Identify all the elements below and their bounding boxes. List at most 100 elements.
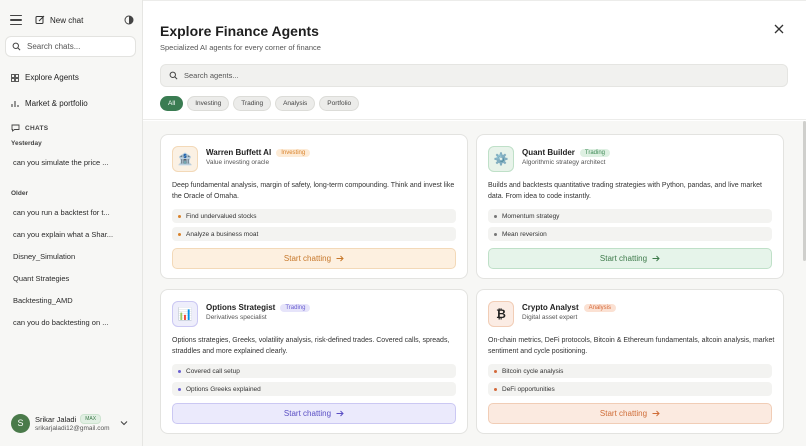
search-icon [12, 42, 21, 51]
chat-list-item[interactable]: Quant Strategies [13, 274, 69, 283]
chat-search-input[interactable]: Search chats... [5, 36, 136, 57]
sidebar: New chat Search chats... Explore Agents … [0, 0, 143, 446]
agent-role: Digital asset expert [522, 314, 578, 321]
chevron-down-icon[interactable] [120, 420, 128, 426]
sidebar-item-market-portfolio[interactable]: Market & portfolio [11, 99, 88, 108]
chat-list-item[interactable]: can you simulate the price ... [13, 158, 108, 167]
avatar: S [11, 413, 30, 433]
agent-role: Derivatives specialist [206, 314, 267, 321]
start-chatting-label: Start chatting [283, 254, 332, 263]
agent-suggestion[interactable]: Mean reversion [488, 227, 772, 241]
bullet-dot [178, 232, 181, 236]
bar-chart-icon [11, 100, 19, 107]
agent-search-input[interactable]: Search agents... [160, 64, 788, 87]
sidebar-top-bar: New chat [9, 12, 134, 28]
new-chat-label: New chat [50, 15, 84, 25]
agent-category-badge: Analysis [583, 303, 616, 312]
agent-description: Options strategies, Greeks, volatility a… [172, 337, 450, 355]
user-info: Srikar Jaladi MAX srikarjaladi12@gmail.c… [35, 414, 110, 432]
agent-description: Builds and backtests quantitative tradin… [488, 182, 762, 200]
agent-role: Algorithmic strategy architect [522, 159, 606, 166]
agent-suggestion[interactable]: Find undervalued stocks [172, 209, 456, 223]
panel-header: Explore Finance Agents Specialized AI ag… [143, 0, 806, 120]
chat-list-item[interactable]: can you do backtesting on ... [13, 318, 108, 327]
arrow-right-icon [652, 410, 660, 417]
agent-category-badge: Investing [276, 148, 311, 157]
theme-toggle-icon[interactable] [124, 15, 134, 25]
chat-bubble-icon [11, 124, 20, 132]
chat-list-item[interactable]: can you explain what a Shar... [13, 230, 113, 239]
chat-list-item[interactable]: Backtesting_AMD [13, 296, 73, 305]
start-chatting-label: Start chatting [283, 409, 332, 418]
bank-icon: 🏦 [172, 146, 198, 172]
filter-chip-trading[interactable]: Trading [233, 96, 272, 111]
agent-suggestion-label: Covered call setup [186, 367, 240, 375]
start-chatting-label: Start chatting [599, 409, 648, 418]
agent-card: 🏦 Warren Buffett AI Investing Value inve… [160, 134, 468, 279]
start-chatting-label: Start chatting [599, 254, 648, 263]
agent-suggestion[interactable]: Analyze a business moat [172, 227, 456, 241]
user-name-row: Srikar Jaladi MAX [35, 414, 110, 424]
agent-card: 📊 Options Strategist Trading Derivatives… [160, 289, 468, 434]
agent-category-badge: Trading [280, 303, 311, 312]
page-subtitle: Specialized AI agents for every corner o… [160, 43, 321, 52]
page-title: Explore Finance Agents [160, 23, 319, 39]
chat-list-item[interactable]: Disney_Simulation [13, 252, 75, 261]
agent-suggestion-label: Momentum strategy [502, 212, 560, 220]
chat-list-item[interactable]: can you run a backtest for t... [13, 208, 110, 217]
filter-chips: All Investing Trading Analysis Portfolio [160, 96, 360, 111]
chat-group-label: Older [11, 190, 28, 197]
agent-suggestion-label: Options Greeks explained [186, 385, 261, 393]
filter-chip-portfolio[interactable]: Portfolio [319, 96, 360, 111]
agent-suggestion-label: Analyze a business moat [186, 230, 259, 238]
agent-name: Options Strategist [206, 303, 276, 312]
arrow-right-icon [336, 255, 344, 262]
bullet-dot [178, 214, 181, 218]
user-profile[interactable]: S Srikar Jaladi MAX srikarjaladi12@gmail… [11, 412, 128, 434]
agent-suggestion[interactable]: DeFi opportunities [488, 382, 772, 396]
agent-name: Crypto Analyst [522, 303, 579, 312]
agent-description: Deep fundamental analysis, margin of saf… [172, 182, 455, 200]
agent-suggestion[interactable]: Momentum strategy [488, 209, 772, 223]
agent-suggestion[interactable]: Options Greeks explained [172, 382, 456, 396]
sidebar-item-label: Market & portfolio [25, 99, 88, 108]
start-chatting-button[interactable]: Start chatting [488, 403, 772, 424]
grid-icon [11, 73, 19, 82]
close-icon[interactable] [774, 24, 784, 34]
arrow-right-icon [652, 255, 660, 262]
user-email: srikarjaladi12@gmail.com [35, 425, 110, 432]
user-name: Srikar Jaladi [35, 414, 77, 424]
chats-label: CHATS [25, 124, 49, 132]
filter-chip-investing[interactable]: Investing [187, 96, 230, 111]
new-chat-button[interactable]: New chat [35, 15, 83, 25]
agent-name-row: Options Strategist Trading [206, 303, 311, 312]
agent-name: Warren Buffett AI [206, 148, 272, 157]
chats-section-label: CHATS [11, 124, 48, 132]
agent-suggestion-label: Find undervalued stocks [186, 212, 257, 220]
bitcoin-icon: ₿ [488, 301, 514, 327]
bullet-dot [178, 387, 181, 391]
bullet-dot [494, 232, 497, 236]
agent-name: Quant Builder [522, 148, 575, 157]
agent-suggestion[interactable]: Bitcoin cycle analysis [488, 364, 772, 378]
filter-chip-analysis[interactable]: Analysis [275, 96, 316, 111]
start-chatting-button[interactable]: Start chatting [172, 248, 456, 269]
bullet-dot [494, 369, 497, 373]
agent-search-placeholder: Search agents... [184, 71, 239, 80]
start-chatting-button[interactable]: Start chatting [488, 248, 772, 269]
sidebar-item-explore-agents[interactable]: Explore Agents [11, 73, 79, 82]
agents-grid: 🏦 Warren Buffett AI Investing Value inve… [143, 121, 806, 446]
menu-icon[interactable] [9, 13, 23, 27]
start-chatting-button[interactable]: Start chatting [172, 403, 456, 424]
agent-card: ⚙️ Quant Builder Trading Algorithmic str… [476, 134, 784, 279]
chat-search-placeholder: Search chats... [27, 42, 81, 51]
chat-group-label: Yesterday [11, 140, 42, 147]
agent-suggestion[interactable]: Covered call setup [172, 364, 456, 378]
agent-card: ₿ Crypto Analyst Analysis Digital asset … [476, 289, 784, 434]
agent-description: On-chain metrics, DeFi protocols, Bitcoi… [488, 337, 775, 355]
filter-chip-all[interactable]: All [160, 96, 184, 111]
agent-suggestion-label: Bitcoin cycle analysis [502, 367, 564, 375]
gear-icon: ⚙️ [488, 146, 514, 172]
search-icon [169, 71, 178, 80]
agent-suggestion-label: Mean reversion [502, 230, 547, 238]
